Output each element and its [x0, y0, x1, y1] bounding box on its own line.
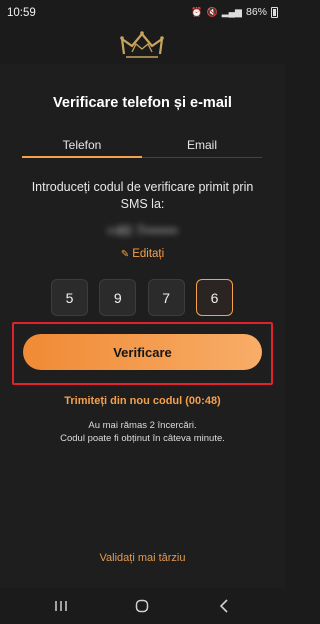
signal-icon: ▂▄▆ — [221, 6, 242, 17]
back-icon[interactable] — [204, 591, 244, 621]
attempts-remaining: Au mai rămas 2 încercări. — [88, 420, 197, 431]
battery-percentage: 86% — [245, 6, 267, 18]
pencil-icon: ✎ — [120, 249, 130, 260]
code-digit-4[interactable]: 6 — [195, 279, 233, 316]
mute-icon: 🔇 — [206, 6, 218, 17]
verify-button[interactable]: Verificare — [23, 334, 262, 370]
recent-apps-icon[interactable] — [41, 591, 81, 621]
verification-tabs: Telefon Email — [22, 136, 262, 158]
masked-phone-number: +40 7•••••• — [106, 222, 179, 238]
home-icon[interactable] — [122, 591, 162, 621]
code-digit-1[interactable]: 5 — [51, 279, 88, 316]
tab-telefon[interactable]: Telefon — [22, 136, 142, 158]
crown-logo — [120, 31, 164, 58]
attempts-info: Au mai rămas 2 încercări. Codul poate fi… — [0, 419, 285, 445]
edit-label: Editați — [132, 248, 165, 260]
status-time: 10:59 — [7, 7, 36, 19]
code-availability-note: Codul poate fi obținut în câteva minute. — [60, 433, 225, 444]
alarm-icon: ⏰ — [191, 6, 203, 17]
page-title: Verificare telefon și e-mail — [53, 95, 232, 111]
code-digit-3[interactable]: 7 — [147, 279, 185, 316]
resend-code-link[interactable]: Trimiteți din nou codul (00:48) — [0, 395, 285, 407]
code-input-row: 5 9 7 6 — [51, 279, 233, 316]
code-digit-2[interactable]: 9 — [99, 279, 137, 316]
app-header — [0, 28, 285, 64]
status-icons: ⏰ 🔇 ▂▄▆ 86% — [191, 6, 278, 18]
verification-panel: Verificare telefon și e-mail Telefon Ema… — [0, 64, 285, 588]
system-nav-bar — [0, 588, 285, 624]
instructions-text: Introduceți codul de verificare primit p… — [31, 180, 254, 211]
validate-later-link[interactable]: Validați mai târziu — [0, 552, 285, 564]
tab-email[interactable]: Email — [142, 136, 262, 157]
battery-icon — [271, 6, 278, 18]
status-bar: 10:59 ⏰ 🔇 ▂▄▆ 86% — [0, 0, 285, 28]
edit-phone-link[interactable]: ✎ Editați — [0, 248, 285, 260]
